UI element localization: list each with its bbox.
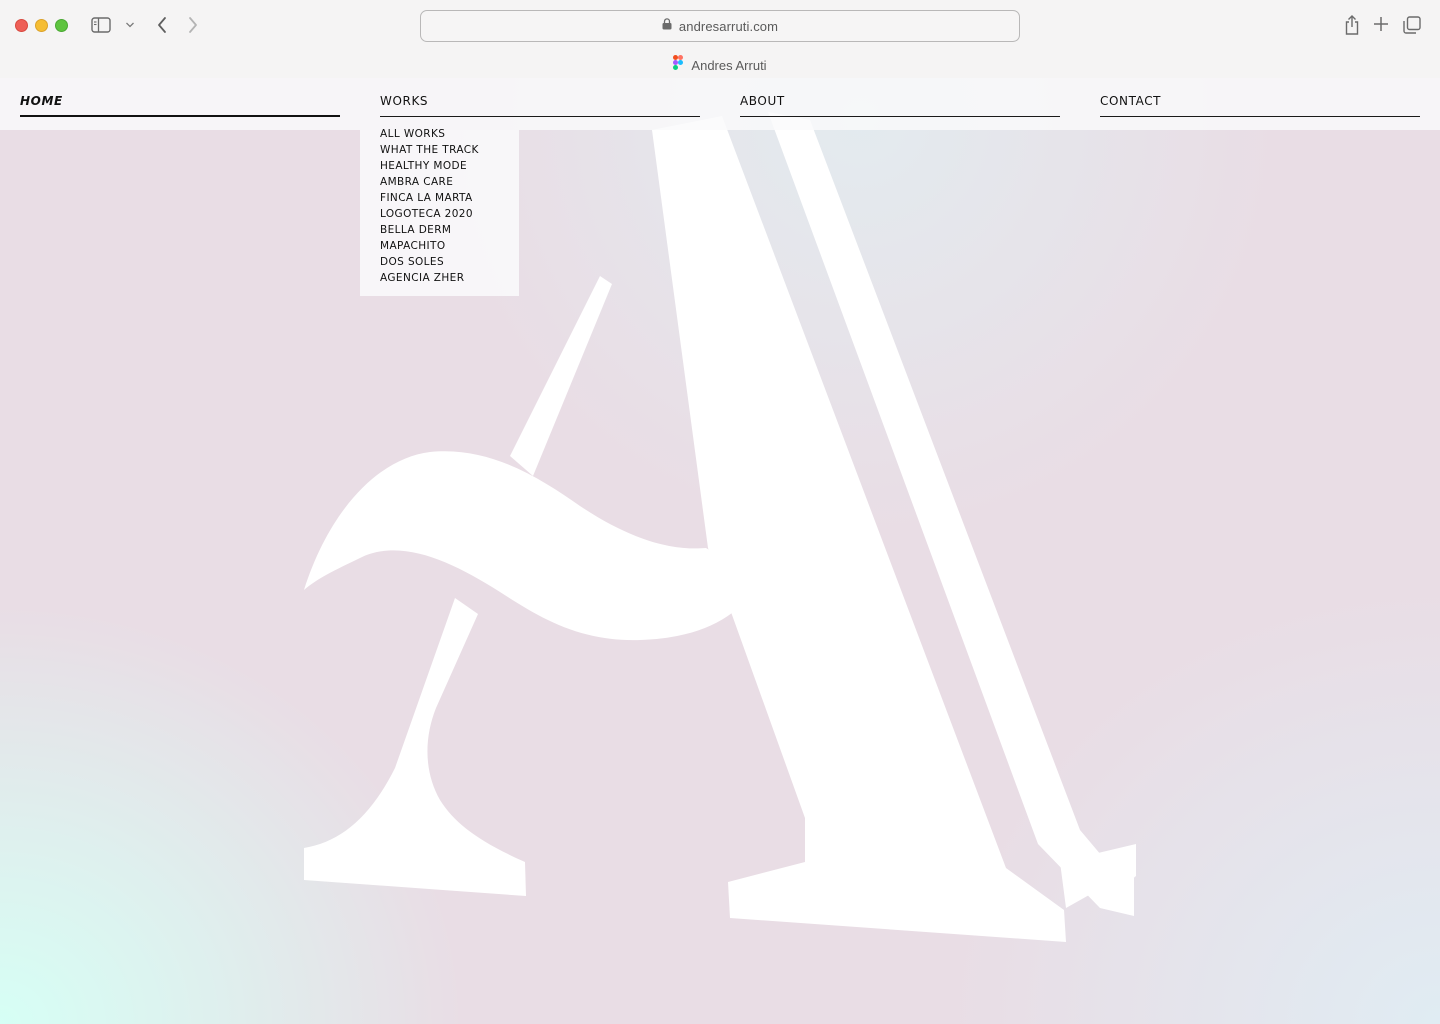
menu-item-ambra-care[interactable]: AMBRA CARE: [380, 174, 519, 190]
close-window-button[interactable]: [15, 19, 28, 32]
url-text: andresarruti.com: [678, 18, 779, 34]
sidebar-toggle-icon[interactable]: [90, 15, 112, 35]
nav-works-label: WORKS: [380, 94, 429, 108]
nav-about-label: ABOUT: [740, 94, 785, 108]
browser-toolbar: andresarruti.com: [0, 0, 1440, 52]
zoom-window-button[interactable]: [55, 19, 68, 32]
tab-title: Andres Arruti: [691, 57, 767, 73]
main-nav: HOME WORKS ABOUT CONTACT: [0, 78, 1440, 130]
share-icon[interactable]: [1342, 12, 1362, 38]
menu-item-logoteca-2020[interactable]: LOGOTECA 2020: [380, 206, 519, 222]
menu-item-agencia-zher[interactable]: AGENCIA ZHER: [380, 270, 519, 286]
menu-item-dos-soles[interactable]: DOS SOLES: [380, 254, 519, 270]
tab-bar: Andres Arruti: [0, 52, 1440, 78]
nav-contact[interactable]: CONTACT: [1100, 93, 1420, 117]
address-bar[interactable]: andresarruti.com: [420, 10, 1020, 42]
figma-favicon-icon: [673, 55, 684, 75]
minimize-window-button[interactable]: [35, 19, 48, 32]
menu-item-bella-derm[interactable]: BELLA DERM: [380, 222, 519, 238]
menu-item-mapachito[interactable]: MAPACHITO: [380, 238, 519, 254]
new-tab-plus-icon[interactable]: [1371, 14, 1391, 34]
back-arrow-icon[interactable]: [152, 14, 172, 36]
menu-item-healthy-mode[interactable]: HEALTHY MODE: [380, 158, 519, 174]
nav-about[interactable]: ABOUT: [740, 93, 1060, 117]
menu-item-what-the-track[interactable]: WHAT THE TRACK: [380, 142, 519, 158]
forward-arrow-icon[interactable]: [183, 14, 203, 36]
nav-contact-label: CONTACT: [1100, 94, 1162, 108]
lock-icon: [662, 17, 672, 35]
letter-a-monogram-icon: [304, 112, 1136, 942]
works-dropdown-menu: ALL WORKS WHAT THE TRACK HEALTHY MODE AM…: [360, 128, 519, 296]
chevron-down-icon[interactable]: [123, 18, 137, 32]
nav-works[interactable]: WORKS: [380, 93, 700, 117]
tab-overview-icon[interactable]: [1401, 14, 1423, 36]
menu-item-all-works[interactable]: ALL WORKS: [380, 126, 519, 142]
web-page: HOME WORKS ABOUT CONTACT ALL WORKS WHAT …: [0, 78, 1440, 1024]
nav-home-label: HOME: [20, 94, 63, 108]
nav-home[interactable]: HOME: [20, 93, 340, 117]
menu-item-finca-la-marta[interactable]: FINCA LA MARTA: [380, 190, 519, 206]
